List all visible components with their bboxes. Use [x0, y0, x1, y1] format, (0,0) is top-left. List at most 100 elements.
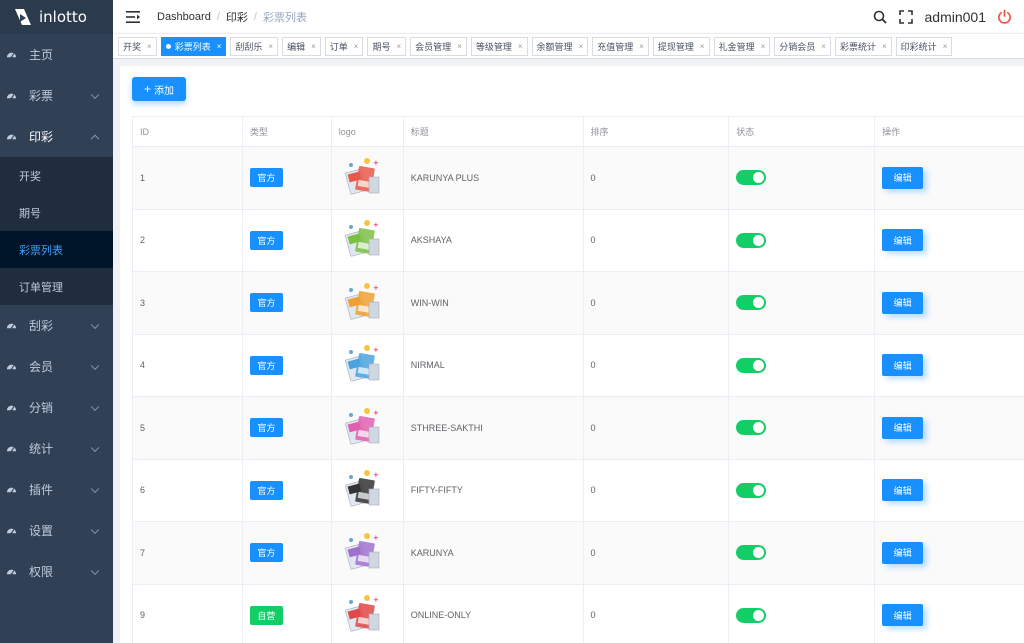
sidebar: inlotto 主页彩票印彩开奖期号彩票列表订单管理刮彩会员分销统计插件设置权限 — [0, 0, 113, 643]
sidebar-item-3[interactable]: 刮彩 — [0, 305, 113, 346]
status-switch[interactable] — [736, 483, 766, 498]
tag-item[interactable]: 会员管理× — [410, 37, 467, 56]
tag-item[interactable]: 期号× — [367, 37, 406, 56]
cell-type: 官方 — [242, 522, 331, 585]
app-logo[interactable]: inlotto — [0, 0, 113, 34]
close-icon[interactable]: × — [354, 42, 359, 51]
submenu-item-2[interactable]: 彩票列表 — [0, 231, 113, 268]
close-icon[interactable]: × — [821, 42, 826, 51]
close-icon[interactable]: × — [311, 42, 316, 51]
cell-title: WIN-WIN — [403, 272, 583, 335]
tag-item[interactable]: 余额管理 × — [532, 37, 589, 56]
sidebar-item-7[interactable]: 插件 — [0, 469, 113, 510]
tag-item[interactable]: 开奖× — [118, 37, 157, 56]
column-header-title[interactable]: 标题 — [403, 117, 583, 147]
close-icon[interactable]: × — [396, 42, 401, 51]
status-switch[interactable] — [736, 545, 766, 560]
sidebar-item-4[interactable]: 会员 — [0, 346, 113, 387]
cell-id: 5 — [133, 397, 243, 460]
cell-id: 6 — [133, 459, 243, 522]
main-content: + 添加 ID 类型 logo 标题 排序 状态 — [113, 59, 1024, 643]
column-header-action[interactable]: 操作 — [875, 117, 1024, 147]
status-switch[interactable] — [736, 295, 766, 310]
tag-item[interactable]: 充值管理× — [592, 37, 649, 56]
column-header-id[interactable]: ID — [133, 117, 243, 147]
add-button[interactable]: + 添加 — [132, 77, 186, 101]
tag-item[interactable]: 礼金管理× — [714, 37, 771, 56]
tag-item[interactable]: 刮刮乐× — [230, 37, 278, 56]
sidebar-item-0[interactable]: 主页 — [0, 34, 113, 75]
status-switch[interactable] — [736, 170, 766, 185]
navbar: Dashboard / 印彩 / 彩票列表 admin001 — [113, 0, 1024, 33]
breadcrumb-item-section[interactable]: 印彩 — [226, 9, 248, 25]
close-icon[interactable]: × — [761, 42, 766, 51]
column-header-type[interactable]: 类型 — [242, 117, 331, 147]
close-icon[interactable]: × — [943, 42, 948, 51]
lottery-logo-image: + — [339, 467, 385, 513]
column-header-logo[interactable]: logo — [331, 117, 403, 147]
svg-text:+: + — [373, 596, 379, 604]
close-icon[interactable]: × — [882, 42, 887, 51]
power-icon[interactable] — [997, 9, 1012, 24]
edit-button[interactable]: 编辑 — [882, 604, 923, 626]
tag-item[interactable]: 提现管理× — [653, 37, 710, 56]
breadcrumb-item-dashboard[interactable]: Dashboard — [157, 11, 211, 23]
sidebar-item-label: 统计 — [29, 440, 53, 457]
close-icon[interactable]: × — [147, 42, 152, 51]
sidebar-item-9[interactable]: 权限 — [0, 551, 113, 592]
chevron-down-icon — [91, 443, 99, 451]
cell-action: 编辑 — [875, 147, 1024, 210]
status-switch[interactable] — [736, 358, 766, 373]
tag-item[interactable]: 分销会员 × — [774, 37, 831, 56]
tag-item[interactable]: 等级管理× — [471, 37, 528, 56]
sidebar-item-2[interactable]: 印彩 — [0, 116, 113, 157]
edit-button[interactable]: 编辑 — [882, 167, 923, 189]
sidebar-item-8[interactable]: 设置 — [0, 510, 113, 551]
type-badge: 官方 — [250, 418, 283, 437]
edit-button[interactable]: 编辑 — [882, 542, 923, 564]
edit-button[interactable]: 编辑 — [882, 417, 923, 439]
column-header-sort[interactable]: 排序 — [583, 117, 729, 147]
status-switch[interactable] — [736, 233, 766, 248]
search-icon[interactable] — [873, 10, 887, 24]
sidebar-menu: 主页彩票印彩开奖期号彩票列表订单管理刮彩会员分销统计插件设置权限 — [0, 34, 113, 592]
edit-button[interactable]: 编辑 — [882, 354, 923, 376]
sidebar-item-6[interactable]: 统计 — [0, 428, 113, 469]
breadcrumb-item-current: 彩票列表 — [263, 9, 307, 25]
hamburger-icon[interactable] — [126, 11, 140, 23]
fullscreen-icon[interactable] — [899, 10, 913, 24]
tag-item[interactable]: 彩票统计× — [835, 37, 892, 56]
close-icon[interactable]: × — [268, 42, 273, 51]
username[interactable]: admin001 — [925, 9, 987, 25]
tag-item[interactable]: 订单× — [325, 37, 364, 56]
dashboard-icon — [6, 49, 29, 60]
sidebar-item-5[interactable]: 分销 — [0, 387, 113, 428]
status-switch[interactable] — [736, 420, 766, 435]
submenu-item-1[interactable]: 期号 — [0, 194, 113, 231]
edit-button[interactable]: 编辑 — [882, 229, 923, 251]
status-switch[interactable] — [736, 608, 766, 623]
tag-label: 分销会员 — [779, 40, 815, 53]
cell-title: AKSHAYA — [403, 209, 583, 272]
tag-label: 余额管理 — [537, 40, 573, 53]
tag-item[interactable]: 印彩统计× — [896, 37, 953, 56]
column-header-status[interactable]: 状态 — [729, 117, 875, 147]
cell-type: 官方 — [242, 459, 331, 522]
close-icon[interactable]: × — [579, 42, 584, 51]
tag-item[interactable]: 编辑× — [282, 37, 321, 56]
edit-button[interactable]: 编辑 — [882, 479, 923, 501]
table-row: 7官方+KARUNYA0编辑 — [133, 522, 1024, 585]
close-icon[interactable]: × — [457, 42, 462, 51]
cell-title: ONLINE-ONLY — [403, 584, 583, 643]
submenu-item-3[interactable]: 订单管理 — [0, 268, 113, 305]
close-icon[interactable]: × — [217, 42, 222, 51]
sidebar-item-label: 刮彩 — [29, 317, 53, 334]
submenu-item-0[interactable]: 开奖 — [0, 157, 113, 194]
close-icon[interactable]: × — [700, 42, 705, 51]
cell-action: 编辑 — [875, 209, 1024, 272]
edit-button[interactable]: 编辑 — [882, 292, 923, 314]
sidebar-item-1[interactable]: 彩票 — [0, 75, 113, 116]
tag-item[interactable]: 彩票列表× — [161, 37, 227, 56]
close-icon[interactable]: × — [518, 42, 523, 51]
close-icon[interactable]: × — [639, 42, 644, 51]
